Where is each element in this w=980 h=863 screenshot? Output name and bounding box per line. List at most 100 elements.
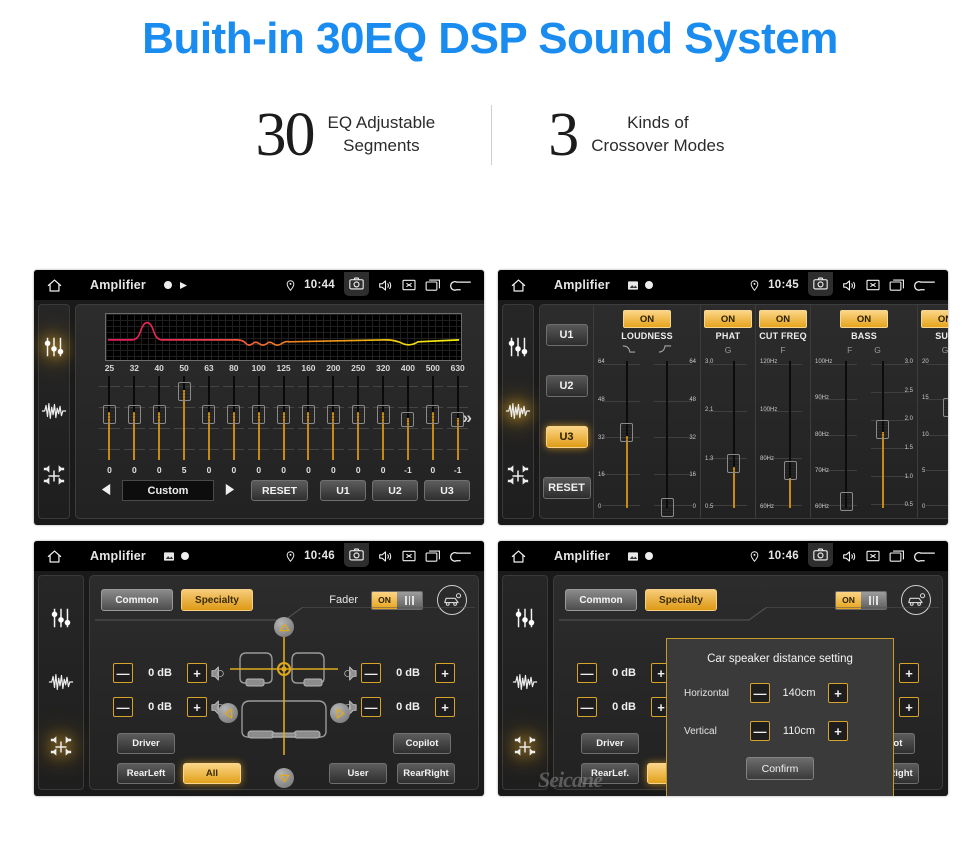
- equalizer-icon[interactable]: [46, 603, 76, 633]
- back-arrow-icon[interactable]: [450, 550, 472, 563]
- seat-button-driver[interactable]: Driver: [581, 733, 639, 754]
- waveform-icon[interactable]: [510, 667, 540, 697]
- camera-icon[interactable]: [344, 543, 369, 567]
- decrement-button[interactable]: —: [113, 663, 133, 683]
- eq-slider[interactable]: 0: [346, 374, 371, 475]
- eq-slider[interactable]: 0: [122, 374, 147, 475]
- loudness-slider-left[interactable]: 64 48 32 16 0: [598, 357, 644, 514]
- decrement-button[interactable]: —: [361, 697, 381, 717]
- volume-icon[interactable]: [378, 550, 393, 563]
- seat-button-rearleft[interactable]: RearLeft: [117, 763, 175, 784]
- equalizer-icon[interactable]: [510, 603, 540, 633]
- increment-button[interactable]: +: [435, 663, 455, 683]
- preset-u3-button[interactable]: U3: [424, 480, 471, 501]
- decrement-button[interactable]: —: [577, 663, 597, 683]
- sub-slider[interactable]: 20 15 10 5 0: [922, 357, 948, 514]
- arrow-down-icon[interactable]: [274, 768, 294, 788]
- chevron-double-right-icon[interactable]: »: [463, 408, 472, 428]
- close-box-icon[interactable]: [402, 550, 416, 562]
- back-arrow-icon[interactable]: [914, 279, 936, 292]
- increment-button[interactable]: +: [187, 663, 207, 683]
- decrement-button[interactable]: —: [577, 697, 597, 717]
- bass-frequency-slider[interactable]: 100Hz 90Hz 80Hz 70Hz 60Hz: [815, 357, 861, 514]
- phat-on-toggle[interactable]: ON: [704, 310, 752, 328]
- recent-apps-icon[interactable]: [889, 550, 905, 562]
- balance-icon[interactable]: [46, 732, 76, 762]
- bass-on-toggle[interactable]: ON: [840, 310, 888, 328]
- eq-slider[interactable]: 0: [420, 374, 445, 475]
- eq-slider[interactable]: 0: [221, 374, 246, 475]
- eq-slider[interactable]: 0: [197, 374, 222, 475]
- loudness-slider-right[interactable]: 64 48 32 16 0: [650, 357, 696, 518]
- equalizer-icon[interactable]: [39, 332, 69, 362]
- back-arrow-icon[interactable]: [450, 279, 472, 292]
- waveform-icon[interactable]: [46, 667, 76, 697]
- next-triangle-icon[interactable]: [220, 483, 239, 499]
- confirm-button[interactable]: Confirm: [746, 757, 814, 780]
- bass-gain-slider[interactable]: 3.0 2.5 2.0 1.5 1.0 0.5: [867, 357, 913, 514]
- seat-button-user[interactable]: User: [329, 763, 387, 784]
- eq-slider[interactable]: 5: [172, 374, 197, 475]
- seat-button-copilot[interactable]: Copilot: [393, 733, 451, 754]
- eq-slider[interactable]: 0: [147, 374, 172, 475]
- eq-slider[interactable]: 0: [97, 374, 122, 475]
- camera-icon[interactable]: [808, 272, 833, 296]
- close-box-icon[interactable]: [866, 550, 880, 562]
- balance-icon[interactable]: [510, 732, 540, 762]
- loudness-on-toggle[interactable]: ON: [623, 310, 671, 328]
- decrement-button[interactable]: —: [361, 663, 381, 683]
- arrow-left-icon[interactable]: [218, 703, 238, 723]
- preset-u1-button[interactable]: U1: [545, 323, 588, 346]
- increment-button[interactable]: +: [899, 663, 919, 683]
- increment-button[interactable]: +: [435, 697, 455, 717]
- preset-name-display[interactable]: Custom: [122, 480, 214, 501]
- decrement-button[interactable]: —: [113, 697, 133, 717]
- waveform-icon[interactable]: [39, 396, 69, 426]
- prev-triangle-icon[interactable]: [97, 483, 116, 499]
- seat-button-driver[interactable]: Driver: [117, 733, 175, 754]
- balance-icon[interactable]: [39, 461, 69, 491]
- preset-u2-button[interactable]: U2: [372, 480, 419, 501]
- volume-icon[interactable]: [378, 279, 393, 292]
- sub-on-toggle[interactable]: ON: [921, 310, 948, 328]
- home-icon[interactable]: [46, 278, 63, 293]
- camera-icon[interactable]: [344, 272, 369, 296]
- eq-slider[interactable]: 0: [246, 374, 271, 475]
- increment-button[interactable]: +: [828, 683, 848, 703]
- home-icon[interactable]: [46, 549, 63, 564]
- preset-u2-button[interactable]: U2: [545, 374, 588, 397]
- home-icon[interactable]: [510, 278, 527, 293]
- increment-button[interactable]: +: [828, 721, 848, 741]
- preset-u3-button[interactable]: U3: [545, 426, 588, 449]
- close-box-icon[interactable]: [866, 279, 880, 291]
- recent-apps-icon[interactable]: [425, 550, 441, 562]
- close-box-icon[interactable]: [402, 279, 416, 291]
- equalizer-icon[interactable]: [503, 332, 533, 362]
- balance-icon[interactable]: [503, 461, 533, 491]
- decrement-button[interactable]: —: [750, 683, 770, 703]
- reset-button[interactable]: RESET: [542, 477, 591, 500]
- arrow-right-icon[interactable]: [330, 703, 350, 723]
- arrow-up-icon[interactable]: [274, 617, 294, 637]
- increment-button[interactable]: +: [187, 697, 207, 717]
- increment-button[interactable]: +: [899, 697, 919, 717]
- volume-icon[interactable]: [842, 279, 857, 292]
- volume-icon[interactable]: [842, 550, 857, 563]
- recent-apps-icon[interactable]: [889, 279, 905, 291]
- back-arrow-icon[interactable]: [914, 550, 936, 563]
- cutfreq-slider[interactable]: 120Hz 100Hz 80Hz 60Hz: [760, 357, 806, 514]
- eq-slider[interactable]: 0: [371, 374, 396, 475]
- camera-icon[interactable]: [808, 543, 833, 567]
- waveform-icon[interactable]: [503, 396, 533, 426]
- home-icon[interactable]: [510, 549, 527, 564]
- phat-slider[interactable]: 3.0 2.1 1.3 0.5: [705, 357, 751, 514]
- cutfreq-on-toggle[interactable]: ON: [759, 310, 807, 328]
- eq-slider[interactable]: -1: [396, 374, 421, 475]
- eq-slider[interactable]: 0: [271, 374, 296, 475]
- eq-slider[interactable]: 0: [321, 374, 346, 475]
- reset-button[interactable]: RESET: [251, 480, 309, 501]
- recent-apps-icon[interactable]: [425, 279, 441, 291]
- preset-u1-button[interactable]: U1: [320, 480, 367, 501]
- decrement-button[interactable]: —: [750, 721, 770, 741]
- eq-slider[interactable]: 0: [296, 374, 321, 475]
